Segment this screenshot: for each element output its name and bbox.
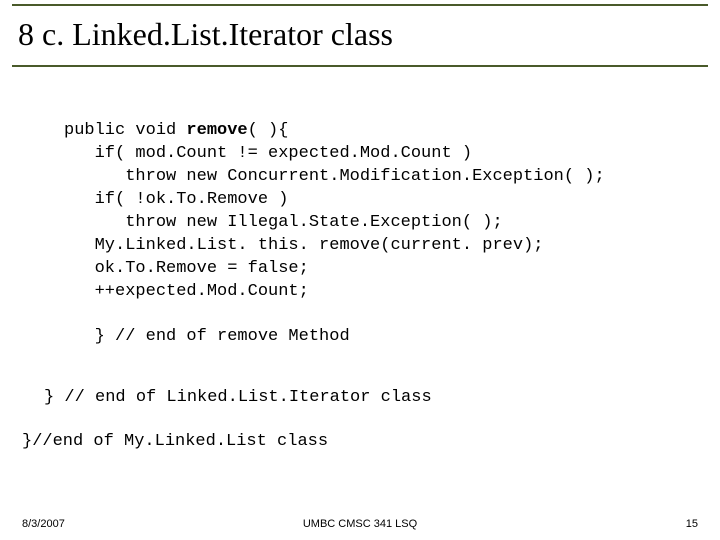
code-closer-1: } // end of Linked.List.Iterator class <box>44 388 432 407</box>
code-line-4: if( !ok.To.Remove ) <box>64 190 288 209</box>
code-line-1c: ( ){ <box>248 121 289 140</box>
code-line-5: throw new Illegal.State.Exception( ); <box>64 213 503 232</box>
code-line-3: throw new Concurrent.Modification.Except… <box>64 167 605 186</box>
code-line-1a: public void <box>64 121 186 140</box>
code-line-6: My.Linked.List. this. remove(current. pr… <box>64 236 543 255</box>
title-box: 8 c. Linked.List.Iterator class <box>12 4 708 67</box>
footer-center: UMBC CMSC 341 LSQ <box>0 518 720 530</box>
code-line-10: } // end of remove Method <box>64 327 350 346</box>
code-line-7: ok.To.Remove = false; <box>64 259 309 278</box>
code-closer-2: }//end of My.Linked.List class <box>22 432 328 451</box>
slide: 8 c. Linked.List.Iterator class public v… <box>0 0 720 540</box>
code-line-1b: remove <box>186 121 247 140</box>
slide-title: 8 c. Linked.List.Iterator class <box>18 16 702 53</box>
code-block: public void remove( ){ if( mod.Count != … <box>64 120 704 349</box>
footer-page-number: 15 <box>686 518 698 530</box>
code-line-8: ++expected.Mod.Count; <box>64 282 309 301</box>
code-line-2: if( mod.Count != expected.Mod.Count ) <box>64 144 472 163</box>
